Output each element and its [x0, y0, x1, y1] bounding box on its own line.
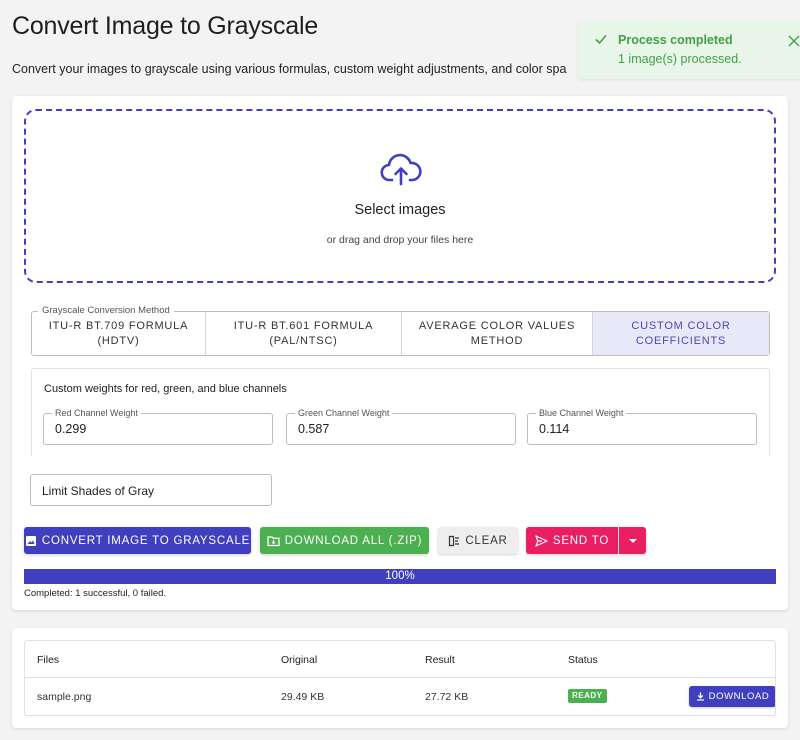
cloud-upload-icon — [380, 153, 422, 186]
column-header-status: Status — [568, 654, 598, 666]
dropzone-title: Select images — [354, 202, 446, 218]
file-name: sample.png — [37, 691, 92, 703]
conversion-method-toggle: ITU-R BT.709 Formula (HDTV) ITU-R BT.601 … — [31, 311, 770, 356]
method-label-line1: ITU-R BT.601 Formula — [233, 319, 374, 332]
blue-weight-field[interactable]: Blue Channel Weight 0.114 — [527, 408, 757, 445]
red-weight-value: 0.299 — [55, 422, 87, 436]
method-bt709-button[interactable]: ITU-R BT.709 Formula (HDTV) — [32, 312, 206, 355]
toast-title: Process completed — [618, 33, 733, 47]
method-average-button[interactable]: Average Color Values Method — [402, 312, 593, 355]
red-weight-field[interactable]: Red Channel Weight 0.299 — [43, 408, 273, 445]
toast-message: 1 image(s) processed. — [618, 52, 742, 66]
send-icon — [535, 534, 548, 547]
limit-shades-input[interactable]: Limit Shades of Gray — [30, 474, 272, 506]
progress-label: 100% — [385, 570, 415, 582]
send-to-button[interactable]: Send To — [526, 527, 618, 554]
folder-icon — [267, 535, 280, 546]
clear-label: Clear — [465, 534, 508, 547]
download-file-button[interactable]: Download — [689, 686, 775, 707]
results-card: Files Original Result Status sample.png … — [12, 628, 788, 728]
method-label-line2: Method — [470, 334, 524, 347]
converter-card: Select images or drag and drop your file… — [12, 96, 788, 610]
custom-weights-panel: Custom weights for red, green, and blue … — [31, 368, 770, 456]
results-table: Files Original Result Status sample.png … — [24, 640, 776, 716]
green-weight-label: Green Channel Weight — [295, 408, 393, 418]
download-all-label: Download All (.zip) — [284, 534, 423, 547]
method-label-line2: Coefficients — [635, 334, 727, 347]
method-label-line1: ITU-R BT.709 Formula — [48, 319, 189, 332]
clear-icon — [449, 535, 460, 546]
page-title: Convert Image to Grayscale — [12, 12, 319, 40]
limit-shades-label: Limit Shades of Gray — [42, 484, 155, 498]
clear-button[interactable]: Clear — [438, 527, 518, 554]
method-legend: Grayscale Conversion Method — [38, 305, 174, 316]
convert-button[interactable]: Convert Image to Grayscale — [24, 527, 251, 554]
column-header-files: Files — [37, 654, 60, 666]
progress-bar: 100% — [24, 569, 776, 584]
page-description: Convert your images to grayscale using v… — [12, 62, 567, 76]
table-row: sample.png 29.49 KB 27.72 KB READY Downl… — [25, 678, 775, 715]
method-bt601-button[interactable]: ITU-R BT.601 Formula (PAL/NTSC) — [206, 312, 402, 355]
caret-down-icon — [628, 538, 637, 543]
download-all-button[interactable]: Download All (.zip) — [260, 527, 429, 554]
original-size: 29.49 KB — [281, 691, 325, 703]
method-custom-button[interactable]: Custom Color Coefficients — [593, 312, 769, 355]
column-header-result: Result — [425, 654, 455, 666]
download-icon — [696, 692, 704, 701]
success-toast: Process completed 1 image(s) processed. — [578, 20, 800, 79]
green-weight-field[interactable]: Green Channel Weight 0.587 — [286, 408, 516, 445]
send-to-menu-button[interactable] — [619, 527, 646, 554]
red-weight-label: Red Channel Weight — [52, 408, 141, 418]
method-label-line2: (PAL/NTSC) — [269, 334, 338, 347]
blue-weight-label: Blue Channel Weight — [536, 408, 627, 418]
progress-status: Completed: 1 successful, 0 failed. — [24, 588, 167, 599]
download-file-label: Download — [708, 691, 770, 702]
send-to-label: Send To — [552, 534, 610, 547]
table-header: Files Original Result Status — [25, 641, 775, 678]
convert-button-label: Convert Image to Grayscale — [41, 534, 251, 547]
weights-title: Custom weights for red, green, and blue … — [44, 383, 287, 395]
method-label-line1: Average Color Values — [418, 319, 576, 332]
green-weight-value: 0.587 — [298, 422, 330, 436]
blue-weight-value: 0.114 — [539, 422, 570, 436]
image-icon — [25, 535, 36, 546]
method-label-line1: Custom Color — [631, 319, 731, 332]
close-icon[interactable] — [788, 33, 800, 47]
method-label-line2: (HDTV) — [97, 334, 140, 347]
result-size: 27.72 KB — [425, 691, 469, 703]
column-header-original: Original — [281, 654, 318, 666]
file-dropzone[interactable]: Select images or drag and drop your file… — [24, 109, 776, 283]
check-icon — [595, 34, 607, 45]
dropzone-subtitle: or drag and drop your files here — [326, 234, 474, 246]
status-badge: READY — [568, 689, 607, 703]
